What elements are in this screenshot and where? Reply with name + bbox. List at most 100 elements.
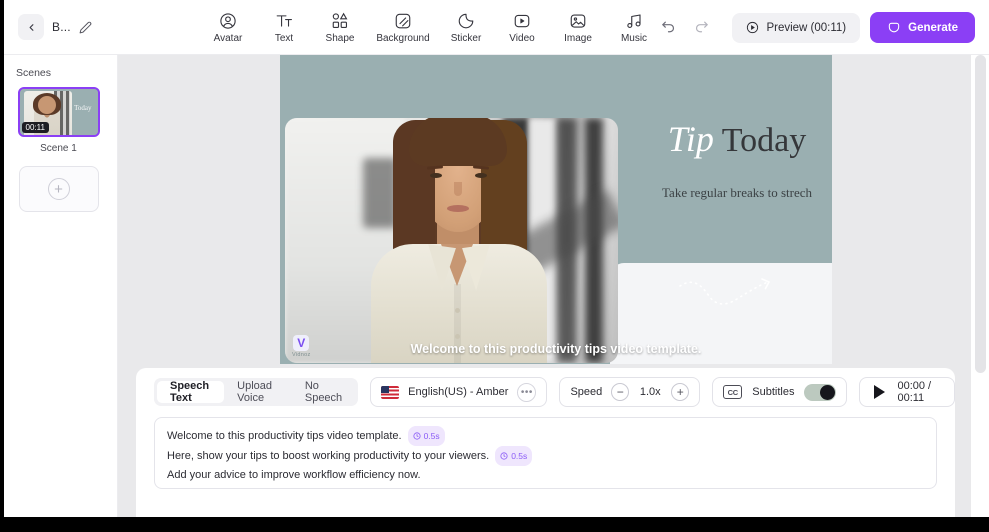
redo-button[interactable] [693, 19, 710, 36]
canvas-title-regular: Today [721, 122, 807, 159]
video-caption[interactable]: Welcome to this productivity tips video … [280, 342, 832, 356]
video-editor-app: B... Avatar Text Shape Background Sticke… [0, 0, 989, 532]
us-flag-icon [381, 385, 400, 399]
scenes-sidebar: Scenes Today 00:11 Scene 1 + [0, 55, 118, 517]
play-circle-icon [747, 21, 759, 34]
script-line: Welcome to this productivity tips video … [167, 426, 924, 446]
scene-thumb-title: Today [74, 104, 92, 112]
canvas-title: Tip Today [632, 119, 832, 159]
tool-music-label: Music [620, 32, 648, 44]
speed-decrease-button[interactable]: − [611, 383, 630, 401]
tool-avatar[interactable]: Avatar [200, 8, 256, 47]
person-hair-top [409, 118, 507, 166]
subtitles-label: Subtitles [752, 386, 795, 398]
header-right-group: Preview (00:11) Generate [660, 0, 975, 55]
tool-music[interactable]: Music [606, 8, 662, 47]
tool-background[interactable]: Background [368, 8, 438, 47]
tab-speech-text[interactable]: Speech Text [157, 380, 225, 404]
tool-text-label: Text [274, 32, 294, 44]
speed-value: 1.0x [639, 386, 661, 398]
tool-background-label: Background [376, 32, 430, 44]
person-nose [454, 182, 462, 196]
script-editor[interactable]: Welcome to this productivity tips video … [154, 417, 937, 489]
plus-icon: + [47, 178, 70, 200]
voice-mode-tabs: Speech Text Upload Voice No Speech [154, 378, 359, 406]
canvas-title-block[interactable]: Tip Today Take regular breaks to strech [632, 119, 832, 201]
video-icon [513, 11, 531, 31]
avatar-icon [219, 11, 237, 31]
project-title: B... [52, 20, 71, 34]
tool-sticker[interactable]: Sticker [438, 8, 494, 47]
preview-button[interactable]: Preview (00:11) [732, 12, 861, 43]
app-header: B... Avatar Text Shape Background Sticke… [0, 0, 989, 55]
preview-label: Preview (00:11) [766, 21, 847, 34]
voice-more-button[interactable]: ••• [517, 382, 537, 402]
pause-badge[interactable]: 0.5s [407, 426, 445, 446]
play-icon[interactable] [874, 385, 886, 399]
sparkle-icon [888, 22, 900, 32]
time-display: 00:00 / 00:11 [897, 380, 932, 404]
script-line-text: Welcome to this productivity tips video … [167, 430, 402, 442]
tool-shape[interactable]: Shape [312, 8, 368, 47]
canvas-title-italic: Tip [667, 119, 714, 159]
person-collar-right [462, 244, 496, 292]
sticker-icon [457, 11, 475, 31]
workspace-scrollbar[interactable] [975, 55, 986, 373]
music-icon [625, 11, 643, 31]
tool-image[interactable]: Image [550, 8, 606, 47]
background-icon [394, 11, 412, 31]
dotted-arrow-icon [678, 277, 798, 316]
person-eye-left [430, 173, 442, 178]
voice-selector[interactable]: English(US) - Amber ••• [370, 377, 548, 407]
tool-shape-label: Shape [325, 32, 355, 44]
scene-thumbnail[interactable]: Today 00:11 [17, 87, 100, 137]
scene-thumb-face [37, 96, 56, 114]
canvas-subtitle: Take regular breaks to strech [662, 184, 812, 200]
tool-sticker-label: Sticker [450, 32, 482, 44]
subtitles-toggle[interactable] [804, 383, 837, 401]
left-black-bar [0, 0, 4, 532]
tool-image-label: Image [564, 32, 592, 44]
scenes-title: Scenes [16, 67, 52, 79]
tool-video-label: Video [509, 32, 535, 44]
video-canvas[interactable]: Tip Today Take regular breaks to strech … [280, 55, 832, 364]
generate-button[interactable]: Generate [870, 12, 975, 43]
chevron-left-icon [29, 23, 33, 31]
bottom-panel: Speech Text Upload Voice No Speech Engli… [136, 368, 955, 517]
tab-upload-voice[interactable]: Upload Voice [224, 380, 292, 404]
pencil-icon [79, 21, 92, 33]
scene-duration-badge: 00:11 [21, 122, 49, 133]
script-line: Here, show your tips to boost working pr… [167, 446, 924, 466]
tool-avatar-label: Avatar [213, 32, 243, 44]
speed-control: Speed − 1.0x + [559, 377, 701, 407]
pause-value: 0.5s [511, 451, 528, 461]
text-icon [275, 11, 294, 31]
tool-text[interactable]: Text [256, 8, 312, 47]
generate-label: Generate [908, 21, 958, 34]
undo-button[interactable] [660, 19, 677, 36]
scene-label: Scene 1 [40, 143, 77, 154]
shape-icon [331, 11, 349, 31]
playback-control: 00:00 / 00:11 [859, 377, 955, 407]
voice-name: English(US) - Amber [408, 386, 509, 398]
edit-title-button[interactable] [79, 21, 92, 34]
header-left-group: B... [18, 14, 178, 40]
pause-value: 0.5s [423, 431, 440, 441]
script-line-text: Here, show your tips to boost working pr… [167, 450, 490, 462]
controls-row: Speech Text Upload Voice No Speech Engli… [154, 377, 955, 407]
speed-increase-button[interactable]: + [671, 383, 690, 401]
person-lips [447, 205, 469, 212]
tool-video[interactable]: Video [494, 8, 550, 47]
undo-icon [662, 21, 675, 33]
person-button-2 [455, 334, 460, 339]
tab-no-speech[interactable]: No Speech [292, 380, 355, 404]
avatar-person [369, 118, 547, 363]
add-scene-button[interactable]: + [18, 166, 99, 212]
canvas-photo[interactable] [285, 118, 618, 363]
back-button[interactable] [18, 14, 44, 40]
pause-badge[interactable]: 0.5s [495, 446, 533, 466]
clock-icon [500, 452, 508, 460]
tool-bar: Avatar Text Shape Background Sticker Vid… [200, 8, 662, 47]
image-icon [569, 11, 587, 31]
scene-list: Today 00:11 Scene 1 [17, 87, 100, 154]
